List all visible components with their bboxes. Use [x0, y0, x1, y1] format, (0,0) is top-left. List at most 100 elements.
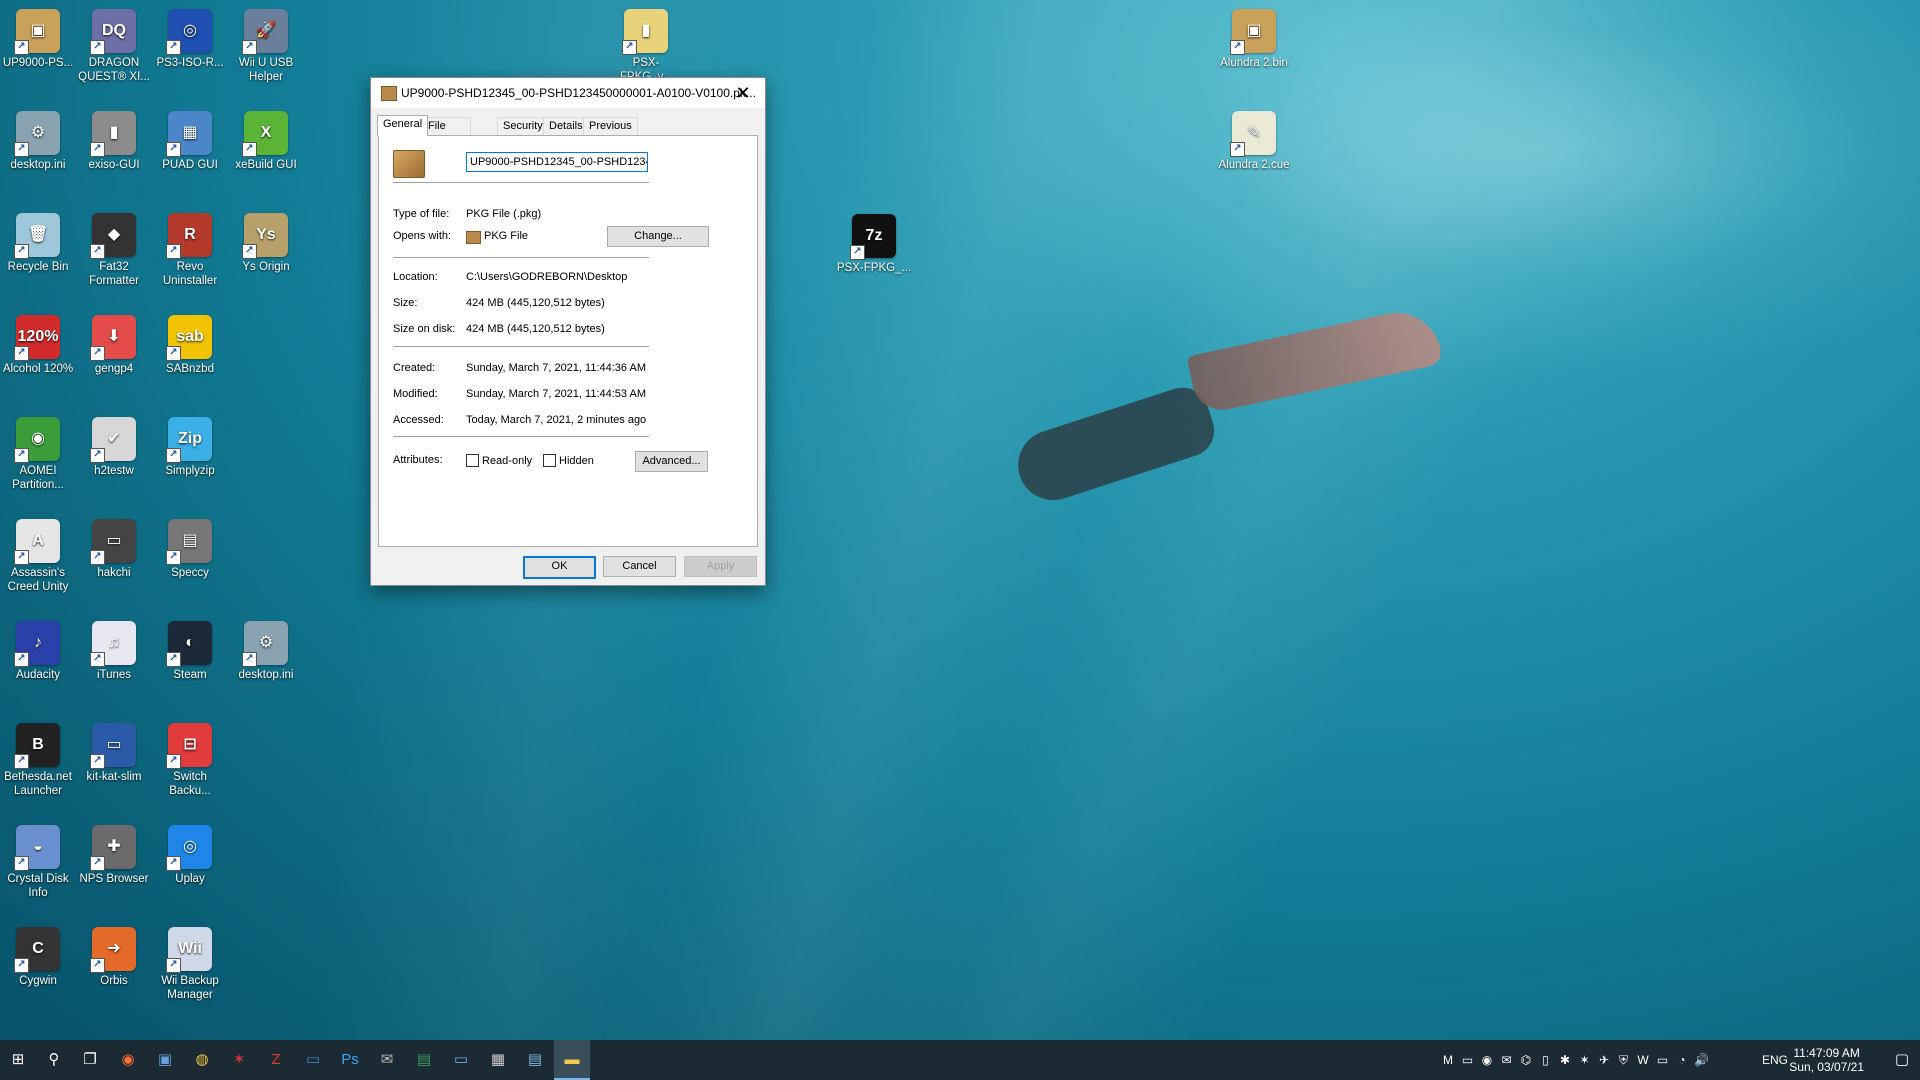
- apply-button[interactable]: Apply: [684, 556, 757, 577]
- tray-icon[interactable]: W: [1635, 1052, 1651, 1068]
- taskbar-app-2-icon[interactable]: ▣: [147, 1040, 183, 1080]
- desktop-icon[interactable]: 🗑 ↗ Recycle Bin: [0, 209, 76, 274]
- desktop-icon[interactable]: ◉ ↗ AOMEI Partition...: [0, 413, 76, 492]
- tab-details[interactable]: Details: [543, 117, 589, 135]
- desktop-icon[interactable]: ◎ ↗ PS3-ISO-R...: [152, 5, 228, 70]
- desktop-icon[interactable]: ▭ ↗ kit-kat-slim: [76, 719, 152, 784]
- tray-icon[interactable]: ✱: [1557, 1052, 1573, 1068]
- shortcut-arrow-icon: ↗: [90, 244, 105, 259]
- tray-icon[interactable]: ◉: [1479, 1052, 1495, 1068]
- desktop-icon[interactable]: A ↗ Assassin's Creed Unity: [0, 515, 76, 594]
- desktop-icon[interactable]: ▣ ↗ Alundra 2.bin: [1216, 5, 1292, 70]
- hidden-checkbox[interactable]: [543, 454, 556, 467]
- desktop-icon[interactable]: ▮ ↗ exiso-GUI: [76, 107, 152, 172]
- desktop-icon[interactable]: ⬇ ↗ gengp4: [76, 311, 152, 376]
- shortcut-arrow-icon: ↗: [1230, 142, 1245, 157]
- desktop-icon[interactable]: X ↗ xeBuild GUI: [228, 107, 304, 172]
- tray-icon[interactable]: M: [1440, 1052, 1456, 1068]
- desktop-icon-label: Ys Origin: [242, 261, 290, 273]
- desktop-icon-label: Bethesda.net Launcher: [4, 771, 72, 797]
- accessed-label: Accessed:: [393, 414, 444, 426]
- close-button[interactable]: ✕: [721, 78, 765, 108]
- clock[interactable]: 11:47:09 AM Sun, 03/07/21: [1789, 1046, 1864, 1074]
- advanced-button[interactable]: Advanced...: [635, 451, 708, 472]
- dialog-titlebar[interactable]: UP9000-PSHD12345_00-PSHD123450000001-A01…: [371, 78, 765, 108]
- taskbar-app-8-icon[interactable]: ✉: [369, 1040, 405, 1080]
- start-button[interactable]: ⊞: [0, 1040, 36, 1080]
- hidden-label: Hidden: [559, 455, 594, 467]
- desktop-icon[interactable]: ♫ ↗ iTunes: [76, 617, 152, 682]
- tray-icon[interactable]: ⌬: [1518, 1052, 1534, 1068]
- tray-icon[interactable]: ✈: [1596, 1052, 1612, 1068]
- tray-icon[interactable]: ✶: [1577, 1052, 1593, 1068]
- taskbar-filezilla-icon[interactable]: Z: [258, 1040, 294, 1080]
- desktop-icon[interactable]: ⊟ ↗ Switch Backu...: [152, 719, 228, 798]
- taskbar-calculator-icon[interactable]: ▦: [480, 1040, 516, 1080]
- tray-icon[interactable]: ◔: [1674, 1052, 1690, 1068]
- tray-icon[interactable]: ⛨: [1616, 1052, 1632, 1068]
- tray-icon[interactable]: 🔊: [1694, 1052, 1710, 1068]
- desktop-icon[interactable]: ◐ ↗ Steam: [152, 617, 228, 682]
- taskbar-app-4-icon[interactable]: ✶: [221, 1040, 257, 1080]
- desktop-icon[interactable]: ♪ ↗ Audacity: [0, 617, 76, 682]
- desktop-icon-label: DRAGON QUEST® XI...: [78, 57, 150, 83]
- desktop-icon[interactable]: ▮↗PSX-FPKG_v...: [608, 5, 684, 84]
- desktop-icon[interactable]: B ↗ Bethesda.net Launcher: [0, 719, 76, 798]
- taskbar-app-10-icon[interactable]: ▭: [443, 1040, 479, 1080]
- tray-icon[interactable]: ▯: [1538, 1052, 1554, 1068]
- taskbar-app-9-icon[interactable]: ▤: [406, 1040, 442, 1080]
- taskbar-file-explorer-icon[interactable]: ▬: [554, 1040, 590, 1080]
- taskbar-app-3-icon[interactable]: ◍: [184, 1040, 220, 1080]
- desktop-icon[interactable]: sab ↗ SABnzbd: [152, 311, 228, 376]
- shortcut-arrow-icon: ↗: [14, 244, 29, 259]
- desktop-icon[interactable]: ✔ ↗ h2testw: [76, 413, 152, 478]
- app-icon: ▣ ↗: [14, 9, 60, 55]
- ok-button[interactable]: OK: [523, 556, 596, 579]
- tray-icon[interactable]: ▭: [1460, 1052, 1476, 1068]
- desktop-icon[interactable]: ◒ ↗ Crystal Disk Info: [0, 821, 76, 900]
- taskbar-app-12-icon[interactable]: ▤: [517, 1040, 553, 1080]
- shortcut-arrow-icon: ↗: [14, 958, 29, 973]
- desktop-icon[interactable]: ⚙ ↗ desktop.ini: [228, 617, 304, 682]
- desktop-icon[interactable]: R ↗ Revo Uninstaller: [152, 209, 228, 288]
- change-button[interactable]: Change...: [607, 226, 709, 247]
- tab-previous-versions[interactable]: Previous Versions: [583, 117, 638, 149]
- desktop-icon[interactable]: ▦ ↗ PUAD GUI: [152, 107, 228, 172]
- app-icon: ▤ ↗: [166, 519, 212, 565]
- shortcut-arrow-icon: ↗: [166, 448, 181, 463]
- desktop-icon[interactable]: ✚ ↗ NPS Browser: [76, 821, 152, 886]
- desktop-icon[interactable]: 7z ↗ PSX-FPKG_...: [836, 210, 912, 275]
- desktop-icon[interactable]: Ys ↗ Ys Origin: [228, 209, 304, 274]
- tray-icon[interactable]: ✉: [1499, 1052, 1515, 1068]
- notification-center-button[interactable]: ▢: [1884, 1040, 1920, 1080]
- taskbar-firefox-icon[interactable]: ◉: [110, 1040, 146, 1080]
- app-icon: ♫ ↗: [90, 621, 136, 667]
- desktop-icon[interactable]: Wii ↗ Wii Backup Manager: [152, 923, 228, 1002]
- tray-icon[interactable]: ▭: [1655, 1052, 1671, 1068]
- desktop-icon[interactable]: ◎ ↗ Uplay: [152, 821, 228, 886]
- tab-general[interactable]: General: [377, 115, 429, 136]
- language-indicator[interactable]: ENG: [1762, 1053, 1788, 1067]
- desktop-icon[interactable]: ▣ ↗ UP9000-PS...: [0, 5, 76, 70]
- desktop-icon[interactable]: ◆ ↗ Fat32 Formatter: [76, 209, 152, 288]
- filename-input[interactable]: UP9000-PSHD12345_00-PSHD123450000001-A0: [466, 152, 648, 172]
- cancel-button[interactable]: Cancel: [603, 556, 676, 577]
- desktop-icon[interactable]: ▤ ↗ Speccy: [152, 515, 228, 580]
- read-only-checkbox[interactable]: [466, 454, 479, 467]
- desktop-icon[interactable]: C ↗ Cygwin: [0, 923, 76, 988]
- desktop-icon[interactable]: 🚀 ↗ Wii U USB Helper: [228, 5, 304, 84]
- taskbar-app-6-icon[interactable]: ▭: [295, 1040, 331, 1080]
- desktop-icon[interactable]: ▭ ↗ hakchi: [76, 515, 152, 580]
- desktop-icon[interactable]: ✎ ↗ Alundra 2.cue: [1216, 107, 1292, 172]
- desktop-icon[interactable]: ➜ ↗ Orbis: [76, 923, 152, 988]
- taskbar-photoshop-icon[interactable]: Ps: [332, 1040, 368, 1080]
- desktop-icon[interactable]: Zip ↗ Simplyzip: [152, 413, 228, 478]
- tab-security[interactable]: Security: [497, 117, 549, 135]
- tab-file-hashes[interactable]: File Hashes: [422, 117, 472, 149]
- desktop-icon[interactable]: 120% ↗ Alcohol 120%: [0, 311, 76, 376]
- desktop-icon[interactable]: DQ ↗ DRAGON QUEST® XI...: [76, 5, 152, 84]
- search-button[interactable]: ⚲: [36, 1040, 72, 1080]
- desktop-icon-label: Simplyzip: [165, 465, 215, 477]
- desktop-icon[interactable]: ⚙ ↗ desktop.ini: [0, 107, 76, 172]
- task-view-button[interactable]: ❐: [72, 1040, 108, 1080]
